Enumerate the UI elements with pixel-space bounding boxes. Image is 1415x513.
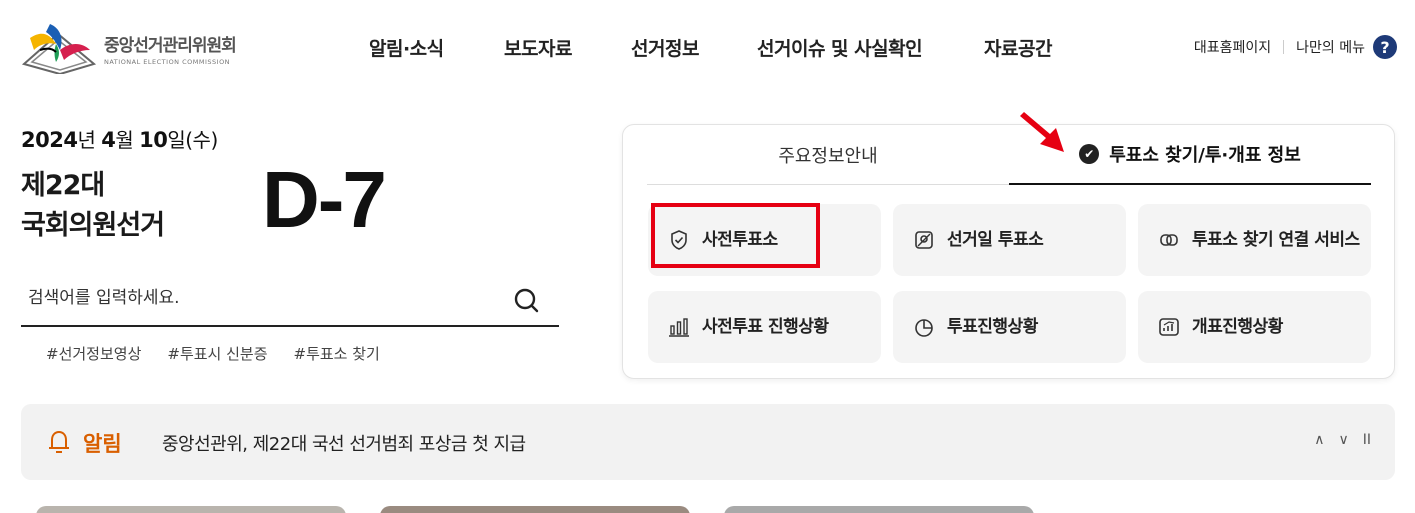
election-date: 2024년 4월 10일(수) xyxy=(21,128,218,152)
main-homepage-link[interactable]: 대표홈페이지 xyxy=(1194,37,1271,57)
hashtag-link[interactable]: #선거정보영상 xyxy=(46,343,141,364)
help-icon[interactable]: ? xyxy=(1373,35,1397,59)
bar-chart-icon xyxy=(669,318,689,337)
nav-item-resources[interactable]: 자료공간 xyxy=(984,34,1052,61)
link-icon xyxy=(1160,234,1178,246)
search-icon[interactable] xyxy=(513,287,541,315)
button-label: 사전투표 진행상황 xyxy=(702,317,829,337)
counting-progress-button[interactable]: 개표진행상황 xyxy=(1138,291,1371,363)
election-year: 2024 xyxy=(21,128,78,152)
notice-bar: 알림 중앙선관위, 제22대 국선 선거범죄 포상금 첫 지급 ∧ ∨ II xyxy=(21,404,1395,480)
utility-menu: 대표홈페이지 나만의 메뉴 ? xyxy=(1194,35,1397,59)
logo[interactable]: 중앙선거관리위원회 NATIONAL ELECTION COMMISSION xyxy=(20,20,260,74)
nav-item-news[interactable]: 알림·소식 xyxy=(369,34,444,61)
red-arrow-icon xyxy=(1020,112,1064,152)
nav-item-election-info[interactable]: 선거정보 xyxy=(631,34,699,61)
button-label: 개표진행상황 xyxy=(1192,317,1283,337)
check-circle-icon: ✔ xyxy=(1079,144,1100,164)
chevron-down-icon[interactable]: ∨ xyxy=(1338,432,1348,448)
trend-chart-icon xyxy=(1159,318,1179,336)
site-header: 중앙선거관리위원회 NATIONAL ELECTION COMMISSION 알… xyxy=(0,0,1415,95)
hashtag-link[interactable]: #투표소 찾기 xyxy=(294,343,380,364)
button-label: 투표소 찾기 연결 서비스 xyxy=(1192,230,1360,250)
logo-title: 중앙선거관리위원회 xyxy=(104,35,237,56)
dday-counter: D-7 xyxy=(262,155,387,244)
notice-link[interactable]: 중앙선관위, 제22대 국선 선거범죄 포상금 첫 지급 xyxy=(162,430,526,456)
button-label: 투표진행상황 xyxy=(947,317,1038,337)
pie-chart-icon xyxy=(915,319,933,337)
chevron-up-icon[interactable]: ∧ xyxy=(1314,432,1324,448)
thumbnail-image[interactable] xyxy=(380,506,690,513)
divider xyxy=(1283,40,1285,54)
pause-icon[interactable]: II xyxy=(1363,432,1371,448)
early-voting-progress-button[interactable]: 사전투표 진행상황 xyxy=(648,291,881,363)
thumbnail-image[interactable] xyxy=(724,506,1034,513)
election-title: 제22대 국회의원선거 xyxy=(21,170,165,241)
tab-main-info[interactable]: 주요정보안내 xyxy=(647,125,1009,185)
nav-item-press[interactable]: 보도자료 xyxy=(504,34,572,61)
voting-progress-button[interactable]: 투표진행상황 xyxy=(893,291,1126,363)
polling-finder-service-button[interactable]: 투표소 찾기 연결 서비스 xyxy=(1138,204,1371,276)
tab-bar: 주요정보안내 ✔ 투표소 찾기/투·개표 정보 xyxy=(647,125,1371,185)
button-label: 선거일 투표소 xyxy=(947,230,1044,250)
logo-subtitle: NATIONAL ELECTION COMMISSION xyxy=(104,57,231,66)
bell-icon xyxy=(49,430,69,453)
election-month: 4 xyxy=(101,128,116,152)
notice-title: 알림 xyxy=(83,432,122,456)
hashtag-list: #선거정보영상 #투표시 신분증 #투표소 찾기 xyxy=(46,343,406,364)
notice-controls: ∧ ∨ II xyxy=(1314,432,1371,448)
hashtag-link[interactable]: #투표시 신분증 xyxy=(167,343,267,364)
search-input[interactable] xyxy=(28,285,498,311)
election-day-polling-button[interactable]: 선거일 투표소 xyxy=(893,204,1126,276)
nec-logo-icon xyxy=(21,24,97,74)
election-day: 10 xyxy=(139,128,168,152)
search-box xyxy=(21,273,559,327)
my-menu-link[interactable]: 나만의 메뉴 xyxy=(1296,37,1365,57)
map-pin-icon xyxy=(915,231,933,249)
nav-item-issues[interactable]: 선거이슈 및 사실확인 xyxy=(757,34,923,61)
highlight-box xyxy=(651,203,820,268)
thumbnail-image[interactable] xyxy=(36,506,346,513)
